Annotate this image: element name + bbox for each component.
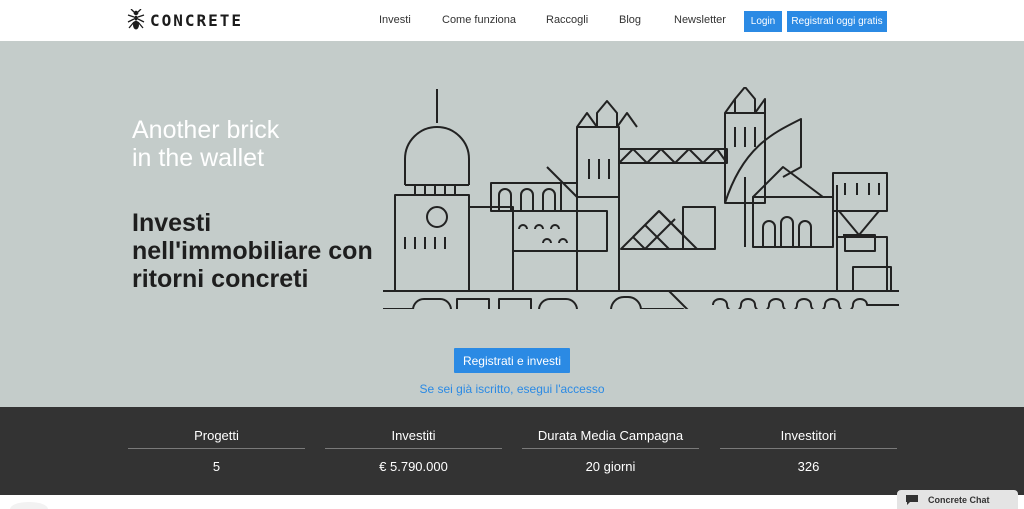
ant-logo-icon: [127, 9, 145, 30]
stat-divider: [522, 448, 699, 449]
nav-raccogli[interactable]: Raccogli: [546, 14, 588, 26]
stat-divider: [128, 448, 305, 449]
chat-bubble-icon: [906, 494, 918, 505]
stat-value: 20 giorni: [585, 459, 636, 474]
brand-logo[interactable]: CONCRETE: [127, 9, 243, 31]
stat-divider: [720, 448, 897, 449]
hero-headline: Investi nell'immobiliare con ritorni con…: [132, 209, 373, 293]
headline-line: ritorni concreti: [132, 265, 309, 293]
brand-name: CONCRETE: [150, 10, 244, 30]
stat-value: € 5.790.000: [379, 459, 448, 474]
stats-bar: Progetti 5 Investiti € 5.790.000 Durata …: [0, 407, 1024, 495]
nav-come-funziona[interactable]: Come funziona: [442, 14, 516, 26]
stat-investitori: Investitori 326: [720, 407, 897, 495]
already-registered-login-link[interactable]: Se sei già iscritto, esegui l'accesso: [0, 382, 1024, 396]
site-header: CONCRETE Investi Come funziona Raccogli …: [0, 0, 1024, 41]
hero-section: Another brick in the wallet Investi nell…: [0, 41, 1024, 407]
stat-progetti: Progetti 5: [128, 407, 305, 495]
city-skyline-illustration: [383, 87, 899, 309]
hero-tagline: Another brick in the wallet: [132, 116, 279, 172]
stat-label: Durata Media Campagna: [537, 428, 684, 443]
headline-line: Investi: [132, 209, 212, 237]
chat-widget-tab[interactable]: Concrete Chat: [897, 490, 1018, 509]
headline-line: nell'immobiliare con: [132, 237, 373, 265]
login-button[interactable]: Login: [744, 11, 782, 32]
nav-newsletter[interactable]: Newsletter: [674, 14, 726, 26]
stat-label: Investiti: [391, 428, 436, 443]
stat-label: Investitori: [780, 428, 837, 443]
corner-widget: [10, 502, 48, 509]
nav-investi[interactable]: Investi: [379, 14, 411, 26]
stat-label: Progetti: [194, 428, 239, 443]
stat-investiti: Investiti € 5.790.000: [325, 407, 502, 495]
nav-blog[interactable]: Blog: [619, 14, 641, 26]
register-button[interactable]: Registrati oggi gratis: [787, 11, 887, 32]
tagline-line: Another brick: [132, 116, 280, 144]
chat-label: Concrete Chat: [928, 494, 990, 505]
stat-divider: [325, 448, 502, 449]
stat-durata-media: Durata Media Campagna 20 giorni: [522, 407, 699, 495]
stat-value: 5: [212, 459, 221, 474]
register-invest-button[interactable]: Registrati e investi: [454, 348, 570, 373]
stat-value: 326: [797, 459, 820, 474]
tagline-line: in the wallet: [132, 144, 265, 172]
